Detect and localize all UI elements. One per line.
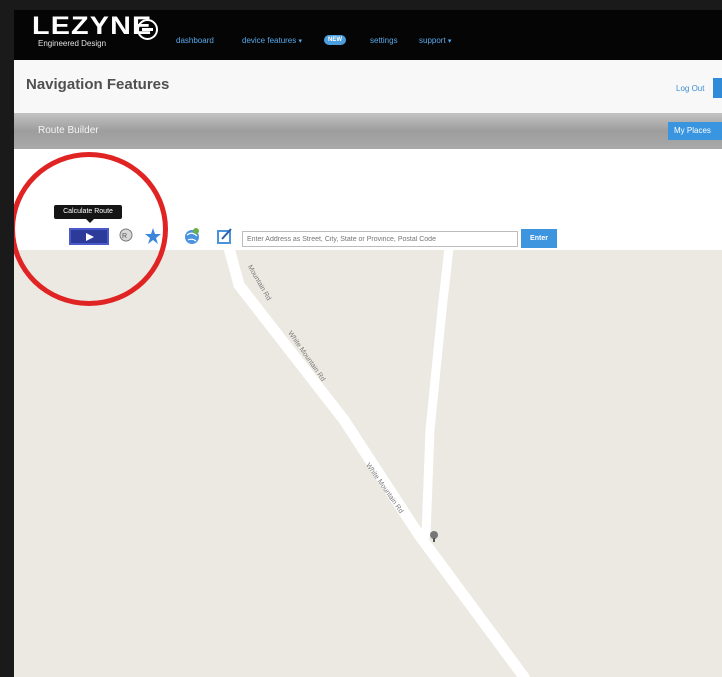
road-secondary [421,250,454,540]
nav-support-label: support [419,36,446,45]
address-search-input[interactable] [242,231,518,247]
enter-button[interactable]: Enter [521,229,557,248]
brand-tagline: Engineered Design [38,39,107,48]
logout-link[interactable]: Log Out [676,84,704,93]
my-places-button[interactable]: My Places [668,122,722,140]
edit-icon[interactable] [216,227,234,245]
page-title: Navigation Features [26,76,170,93]
nav-support[interactable]: support ▾ [419,36,451,45]
nav-device-features[interactable]: device features ▾ [242,36,302,45]
map-canvas[interactable]: Mountain Rd White Mountain Rd White Moun… [14,250,722,677]
globe-icon[interactable] [183,227,201,245]
nav-settings[interactable]: settings [370,36,398,45]
header-action-button[interactable] [713,78,722,98]
brand-mark-icon [137,19,158,40]
chevron-down-icon: ▾ [298,38,303,45]
highlight-circle [14,152,168,306]
brand-logo[interactable]: LEZYNE [32,12,152,41]
map-marker-icon[interactable] [428,530,440,542]
chevron-down-icon: ▾ [447,38,452,45]
window-edge [0,10,14,677]
new-badge: NEW [324,35,346,45]
browser-page: LEZYNE Engineered Design dashboard devic… [14,10,722,677]
route-builder-bar: Route Builder My Places [14,113,722,149]
road-white-mountain [223,250,530,677]
nav-dashboard[interactable]: dashboard [176,36,214,45]
nav-device-features-label: device features [242,36,297,45]
top-navigation-bar: LEZYNE Engineered Design dashboard devic… [14,10,722,60]
section-title: Route Builder [38,125,99,136]
page-header: Navigation Features Log Out [14,60,722,114]
